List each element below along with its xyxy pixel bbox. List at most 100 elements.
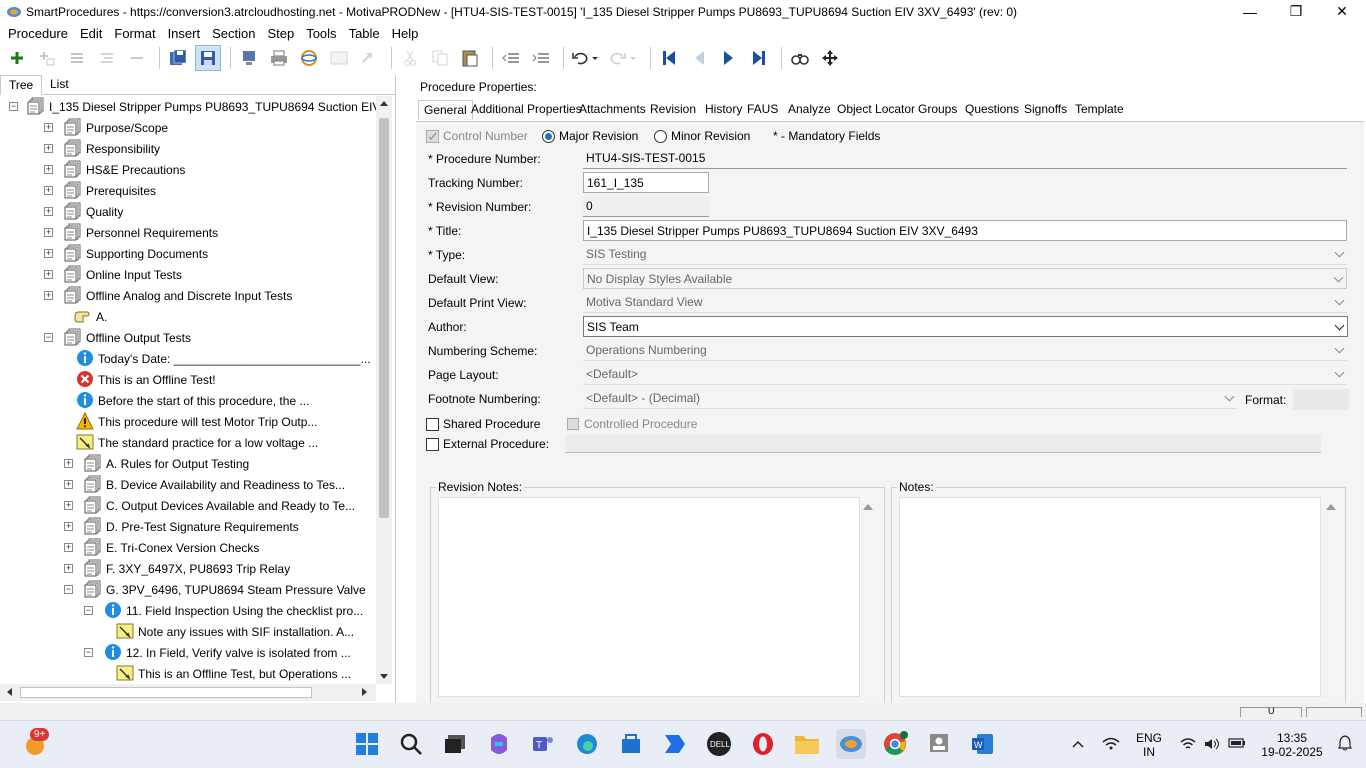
shared-procedure-checkbox[interactable] bbox=[426, 418, 439, 431]
minor-revision-radio[interactable] bbox=[654, 130, 667, 143]
menu-procedure[interactable]: Procedure bbox=[2, 26, 74, 41]
chevron-down-icon[interactable] bbox=[1224, 391, 1235, 402]
tree-node[interactable]: − I_135 Diesel Stripper Pumps PU8693_TUPU… bbox=[0, 96, 376, 117]
paste-button[interactable] bbox=[457, 45, 483, 71]
indent-list-button[interactable] bbox=[94, 45, 120, 71]
redo-button[interactable] bbox=[607, 45, 641, 71]
volume-button[interactable] bbox=[1204, 737, 1220, 754]
chrome-button[interactable] bbox=[880, 729, 910, 759]
tab-attachments[interactable]: Attachments bbox=[574, 100, 651, 120]
tree-node[interactable]: This is an Offline Test, but Operations … bbox=[0, 663, 376, 684]
word-button[interactable]: W bbox=[968, 729, 998, 759]
indent-button[interactable] bbox=[528, 45, 554, 71]
expand-icon[interactable]: + bbox=[44, 207, 53, 216]
notes-input[interactable] bbox=[899, 497, 1321, 697]
notifications-button[interactable] bbox=[1338, 735, 1352, 754]
collapse-icon[interactable]: − bbox=[84, 648, 93, 657]
expand-icon[interactable]: + bbox=[44, 123, 53, 132]
collapse-icon[interactable]: − bbox=[84, 606, 93, 615]
start-button[interactable] bbox=[352, 729, 382, 759]
tree-node[interactable]: + Offline Analog and Discrete Input Tests bbox=[0, 285, 376, 306]
power-automate-button[interactable] bbox=[660, 729, 690, 759]
major-revision-radio[interactable] bbox=[542, 130, 555, 143]
numbering-scheme-select[interactable]: Operations Numbering bbox=[583, 340, 1347, 361]
tree-node[interactable]: This is an Offline Test! bbox=[0, 369, 376, 390]
move-button[interactable] bbox=[817, 45, 843, 71]
last-button[interactable] bbox=[746, 45, 772, 71]
tree-node[interactable]: + F. 3XY_6497X, PU8693 Trip Relay bbox=[0, 558, 376, 579]
chevron-down-icon[interactable] bbox=[1334, 247, 1345, 258]
collapse-icon[interactable]: − bbox=[44, 333, 53, 342]
show-hidden-icons-button[interactable] bbox=[1072, 737, 1084, 751]
wifi-button[interactable] bbox=[1180, 737, 1196, 754]
undo-button[interactable] bbox=[569, 45, 603, 71]
tab-tree[interactable]: Tree bbox=[0, 75, 43, 95]
collapse-icon[interactable]: − bbox=[9, 102, 18, 111]
copilot-button[interactable] bbox=[484, 729, 514, 759]
expand-icon[interactable]: + bbox=[64, 564, 73, 573]
tree-node[interactable]: + Personnel Requirements bbox=[0, 222, 376, 243]
procedure-number-field[interactable]: HTU4-SIS-TEST-0015 bbox=[583, 148, 1347, 169]
add-child-button[interactable] bbox=[34, 45, 60, 71]
tree-node[interactable]: + Supporting Documents bbox=[0, 243, 376, 264]
footnote-numbering-select[interactable]: <Default> - (Decimal) bbox=[583, 388, 1237, 409]
minimize-button[interactable]: — bbox=[1227, 0, 1273, 23]
tree-node[interactable]: + Responsibility bbox=[0, 138, 376, 159]
tab-general[interactable]: General bbox=[418, 100, 473, 120]
tree-vertical-scrollbar[interactable] bbox=[376, 96, 392, 684]
previous-button[interactable] bbox=[686, 45, 712, 71]
expand-icon[interactable]: + bbox=[64, 501, 73, 510]
teams-button[interactable]: T bbox=[528, 729, 558, 759]
external-procedure-checkbox[interactable] bbox=[426, 438, 439, 451]
expand-icon[interactable]: + bbox=[44, 249, 53, 258]
tree-node[interactable]: + B. Device Availability and Readiness to… bbox=[0, 474, 376, 495]
restore-button[interactable]: ❐ bbox=[1273, 0, 1319, 23]
tree-horizontal-scrollbar[interactable] bbox=[0, 684, 376, 701]
search-button[interactable] bbox=[396, 729, 426, 759]
menu-tools[interactable]: Tools bbox=[300, 26, 342, 41]
menu-help[interactable]: Help bbox=[386, 26, 425, 41]
add-button[interactable] bbox=[4, 45, 30, 71]
tree-node[interactable]: Today's Date: __________________________… bbox=[0, 348, 376, 369]
expand-icon[interactable]: + bbox=[44, 228, 53, 237]
tree-node[interactable]: This procedure will test Motor Trip Outp… bbox=[0, 411, 376, 432]
tree-node[interactable]: Before the start of this procedure, the … bbox=[0, 390, 376, 411]
tree-node[interactable]: + Online Input Tests bbox=[0, 264, 376, 285]
tree-node[interactable]: A. bbox=[0, 306, 376, 327]
menu-insert[interactable]: Insert bbox=[162, 26, 207, 41]
page-layout-select[interactable]: <Default> bbox=[583, 364, 1347, 385]
expand-icon[interactable]: + bbox=[64, 459, 73, 468]
revision-number-field[interactable]: 0 bbox=[583, 196, 709, 217]
form-button[interactable] bbox=[326, 45, 352, 71]
tree-node[interactable]: − G. 3PV_6496, TUPU8694 Steam Pressure Va… bbox=[0, 579, 376, 600]
expand-icon[interactable]: + bbox=[64, 522, 73, 531]
tab-additional-properties[interactable]: Additional Properties bbox=[466, 100, 587, 120]
tree-node[interactable]: + A. Rules for Output Testing bbox=[0, 453, 376, 474]
first-button[interactable] bbox=[656, 45, 682, 71]
expand-icon[interactable]: + bbox=[64, 543, 73, 552]
title-input[interactable]: I_135 Diesel Stripper Pumps PU8693_TUPU8… bbox=[583, 220, 1347, 241]
chevron-down-icon[interactable] bbox=[1334, 295, 1345, 306]
collapse-icon[interactable]: − bbox=[64, 585, 73, 594]
author-select[interactable]: SIS Team bbox=[583, 316, 1348, 337]
chevron-down-icon[interactable] bbox=[1334, 320, 1345, 331]
menu-section[interactable]: Section bbox=[206, 26, 261, 41]
remote-app-button[interactable] bbox=[924, 729, 954, 759]
tab-groups[interactable]: Groups bbox=[913, 100, 962, 120]
tab-questions[interactable]: Questions bbox=[960, 100, 1024, 120]
store-button[interactable] bbox=[616, 729, 646, 759]
print-button[interactable] bbox=[266, 45, 292, 71]
copy-button[interactable] bbox=[427, 45, 453, 71]
chevron-down-icon[interactable] bbox=[1334, 367, 1345, 378]
tab-signoffs[interactable]: Signoffs bbox=[1019, 100, 1072, 120]
scroll-up-icon[interactable] bbox=[1326, 504, 1336, 510]
scroll-right-icon[interactable] bbox=[362, 688, 367, 696]
tree-node[interactable]: + Purpose/Scope bbox=[0, 117, 376, 138]
chevron-down-icon[interactable] bbox=[1334, 343, 1345, 354]
tab-faus[interactable]: FAUS bbox=[742, 100, 783, 120]
opera-button[interactable] bbox=[748, 729, 778, 759]
weather-widget[interactable]: 9+ bbox=[20, 728, 50, 759]
scroll-thumb[interactable] bbox=[20, 687, 312, 698]
expand-icon[interactable]: + bbox=[44, 270, 53, 279]
cut-button[interactable] bbox=[397, 45, 423, 71]
